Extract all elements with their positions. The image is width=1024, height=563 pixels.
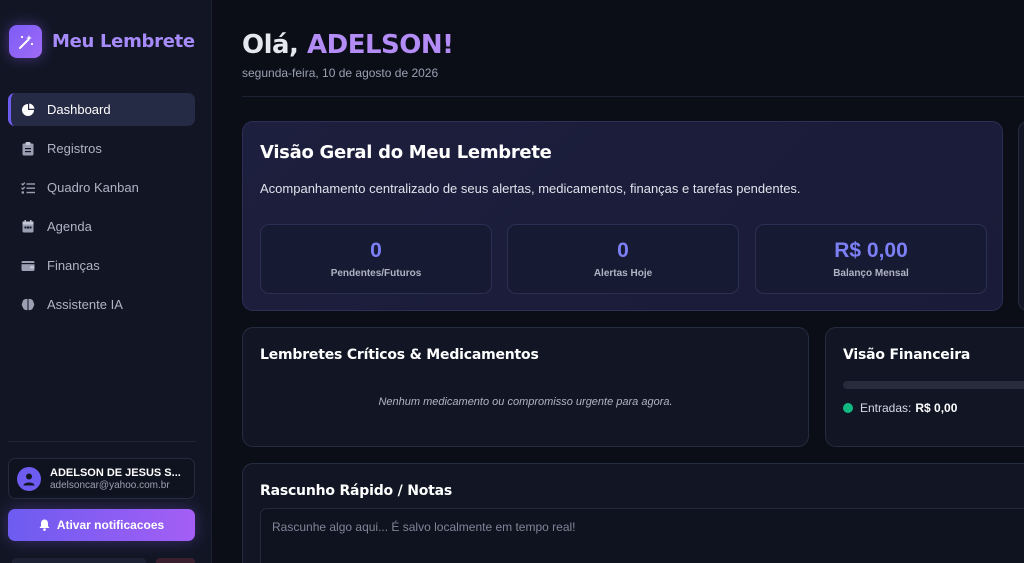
side-panel-card (1018, 121, 1024, 311)
stat-label: Pendentes/Futuros (330, 268, 422, 279)
magic-wand-icon (9, 25, 42, 58)
clipboard-icon (21, 141, 35, 156)
bell-icon (39, 519, 50, 531)
stat-label: Balanço Mensal (833, 268, 909, 279)
sidebar-nav: Dashboard Registros Quadro Kanban Agenda… (8, 93, 195, 327)
calendar-icon (21, 220, 35, 234)
greeting-prefix: Olá, (242, 30, 307, 60)
sidebar-item-label: Quadro Kanban (47, 180, 139, 195)
list-check-icon (21, 181, 35, 195)
brand-name: Meu Lembrete (52, 31, 195, 52)
enable-notifications-button[interactable]: Ativar notificacoes (8, 509, 195, 541)
sidebar-item-agenda[interactable]: Agenda (8, 210, 195, 243)
income-label: Entradas: (860, 401, 912, 415)
stat-value: 0 (617, 239, 629, 262)
user-card[interactable]: ADELSON DE JESUS S... adelsoncar@yahoo.c… (8, 458, 195, 499)
sidebar-item-registros[interactable]: Registros (8, 132, 195, 165)
brand[interactable]: Meu Lembrete (9, 25, 195, 58)
income-dot-icon (843, 403, 853, 413)
user-name: ADELSON DE JESUS S... (50, 466, 181, 479)
sidebar: Meu Lembrete Dashboard Registros Quadro … (0, 0, 212, 563)
enable-notifications-label: Ativar notificacoes (56, 518, 165, 532)
stat-monthly-balance[interactable]: R$ 0,00 Balanço Mensal (755, 224, 987, 294)
brain-icon (21, 298, 35, 312)
sidebar-divider (8, 441, 196, 442)
pie-chart-icon (21, 103, 35, 117)
stat-value: R$ 0,00 (834, 239, 908, 262)
sidebar-item-quadro-kanban[interactable]: Quadro Kanban (8, 171, 195, 204)
quick-notes-card: Rascunho Rápido / Notas (242, 463, 1024, 563)
sidebar-item-assistente-ia[interactable]: Assistente IA (8, 288, 195, 321)
critical-empty-message: Nenhum medicamento ou compromisso urgent… (378, 396, 673, 408)
sidebar-item-label: Assistente IA (47, 297, 123, 312)
sidebar-item-dashboard[interactable]: Dashboard (8, 93, 195, 126)
wallet-icon (21, 259, 35, 273)
user-avatar-icon (17, 466, 41, 491)
sidebar-item-label: Registros (47, 141, 102, 156)
sidebar-item-financas[interactable]: Finanças (8, 249, 195, 282)
finance-card: Visão Financeira Entradas: R$ 0,00 (825, 327, 1024, 447)
stat-label: Alertas Hoje (593, 268, 653, 279)
logout-button[interactable] (156, 558, 195, 563)
critical-reminders-title: Lembretes Críticos & Medicamentos (260, 347, 539, 363)
header-divider (242, 96, 1024, 97)
current-date: segunda-feira, 10 de agosto de 2026 (242, 66, 439, 80)
greeting-user-name: ADELSON! (307, 30, 454, 60)
income-value: R$ 0,00 (915, 401, 958, 415)
stat-alerts-today[interactable]: 0 Alertas Hoje (507, 224, 739, 294)
critical-reminders-card: Lembretes Críticos & Medicamentos Nenhum… (242, 327, 809, 447)
sidebar-item-label: Agenda (47, 219, 92, 234)
overview-card: Visão Geral do Meu Lembrete Acompanhamen… (242, 121, 1003, 311)
finance-progress-bar (843, 381, 1024, 389)
sidebar-footer-button[interactable] (12, 558, 146, 563)
overview-title: Visão Geral do Meu Lembrete (260, 142, 552, 163)
user-email: adelsoncar@yahoo.com.br (50, 479, 170, 491)
quick-notes-title: Rascunho Rápido / Notas (260, 483, 453, 499)
finance-title: Visão Financeira (843, 347, 971, 363)
sidebar-item-label: Dashboard (47, 102, 111, 117)
overview-description: Acompanhamento centralizado de seus aler… (260, 181, 801, 196)
quick-notes-textarea[interactable] (260, 508, 1024, 563)
stat-value: 0 (370, 239, 382, 262)
stat-pending[interactable]: 0 Pendentes/Futuros (260, 224, 492, 294)
sidebar-item-label: Finanças (47, 258, 100, 273)
page-title: Olá, ADELSON! (242, 30, 454, 60)
finance-income-row: Entradas: R$ 0,00 (843, 401, 957, 415)
